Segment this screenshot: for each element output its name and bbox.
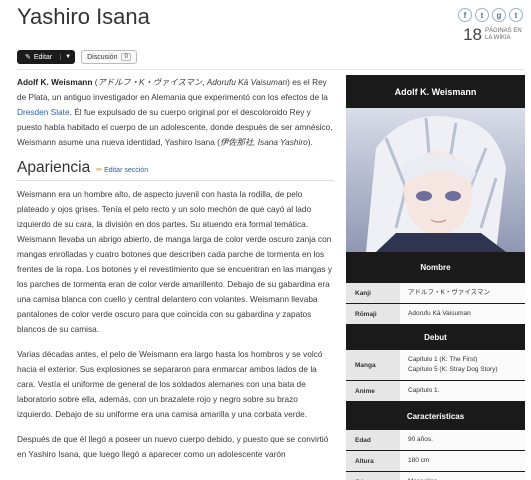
label-manga: Manga bbox=[346, 350, 400, 380]
paragraph: Después de que él llegó a poseer un nuev… bbox=[17, 434, 329, 459]
row-edad: Edad 90 años. bbox=[346, 430, 525, 451]
page-counter: 18 PÁGINAS EN LA WIKIA bbox=[463, 25, 525, 45]
value-kanji: アドルフ・K・ヴァイスマン bbox=[400, 283, 525, 303]
value-anime: Capítulo 1. bbox=[400, 381, 525, 401]
value-edad: 90 años. bbox=[400, 430, 525, 450]
label-kanji: Kanji bbox=[346, 283, 400, 303]
edit-label: Editar bbox=[33, 53, 53, 61]
label-genero: Género bbox=[346, 472, 400, 480]
chevron-down-icon[interactable]: ▼ bbox=[60, 54, 75, 60]
label-altura: Altura bbox=[346, 451, 400, 471]
discussion-count: 0 bbox=[121, 53, 131, 61]
manga-chapter-5: Capítulo 5 (K: Stray Dog Story) bbox=[408, 366, 498, 373]
discussion-button[interactable]: Discusión 0 bbox=[81, 50, 137, 64]
dresden-slate-link[interactable]: Dresden Slate bbox=[17, 107, 70, 117]
intro-romaji: Adorufu Kā Vaisuman bbox=[206, 77, 288, 87]
page-title: Yashiro Isana bbox=[17, 4, 150, 29]
pencil-icon: ✎ bbox=[25, 54, 31, 61]
intro-jp2: 伊佐那社, Isana Yashiro bbox=[219, 137, 308, 147]
intro-text-3: ). bbox=[307, 137, 313, 147]
row-altura: Altura 180 cm bbox=[346, 451, 525, 472]
paragraph: Varias décadas antes, el pelo de Weisman… bbox=[17, 349, 323, 419]
row-manga: Manga Capítulo 1 (K: The First) Capítulo 5… bbox=[346, 350, 525, 381]
label-romaji: Rōmaji bbox=[346, 304, 400, 324]
infobox: Adolf K. Weismann Nombre Kanji アドルフ・K・ヴァイ… bbox=[346, 75, 525, 480]
value-altura: 180 cm bbox=[400, 451, 525, 471]
character-image[interactable] bbox=[346, 108, 525, 252]
label-edad: Edad bbox=[346, 430, 400, 450]
infobox-title: Adolf K. Weismann bbox=[394, 86, 477, 97]
manga-chapter-1: Capítulo 1 (K: The First) bbox=[408, 356, 478, 363]
tumblr-icon[interactable]: t bbox=[509, 8, 523, 22]
edit-button[interactable]: ✎ Editar ▼ bbox=[17, 50, 76, 64]
article-content: Adolf K. Weismann (アドルフ・K・ヴァイスマン, Adoruf… bbox=[17, 75, 334, 472]
googleplus-icon[interactable]: g bbox=[492, 8, 506, 22]
row-anime: Anime Capítulo 1. bbox=[346, 381, 525, 402]
article-toolbar: ✎ Editar ▼ Discusión 0 bbox=[17, 50, 137, 64]
paragraph: Weismann era un hombre alto, de aspecto … bbox=[17, 189, 333, 334]
row-kanji: Kanji アドルフ・K・ヴァイスマン bbox=[346, 283, 525, 304]
social-share: f t g t bbox=[458, 8, 523, 22]
edit-section-link[interactable]: Editar sección bbox=[96, 163, 148, 178]
pages-count: 18 bbox=[463, 25, 482, 44]
discussion-label: Discusión bbox=[87, 53, 118, 61]
section-caracteristicas: Características bbox=[346, 402, 525, 430]
row-romaji: Rōmaji Adorufu Kā Vaisuman bbox=[346, 304, 525, 325]
pages-label: PÁGINAS EN LA WIKIA bbox=[485, 28, 522, 41]
intro-paragraph: Adolf K. Weismann (アドルフ・K・ヴァイスマン, Adoruf… bbox=[17, 77, 333, 147]
character-portrait bbox=[346, 108, 525, 252]
section-nombre: Nombre bbox=[346, 252, 525, 283]
intro-jp: アドルフ・K・ヴァイスマン bbox=[97, 77, 203, 87]
value-manga: Capítulo 1 (K: The First) Capítulo 5 (K: … bbox=[400, 350, 525, 380]
divider bbox=[17, 69, 525, 70]
twitter-icon[interactable]: t bbox=[475, 8, 489, 22]
value-genero: Masculino bbox=[400, 472, 525, 480]
section-title: Apariencia bbox=[17, 159, 91, 176]
section-debut: Debut bbox=[346, 325, 525, 350]
facebook-icon[interactable]: f bbox=[458, 8, 472, 22]
intro-name: Adolf K. Weismann bbox=[17, 77, 93, 87]
label-anime: Anime bbox=[346, 381, 400, 401]
section-heading: Apariencia Editar sección bbox=[17, 160, 334, 181]
value-romaji: Adorufu Kā Vaisuman bbox=[400, 304, 525, 324]
row-genero: GéneroMasculino bbox=[346, 472, 525, 480]
